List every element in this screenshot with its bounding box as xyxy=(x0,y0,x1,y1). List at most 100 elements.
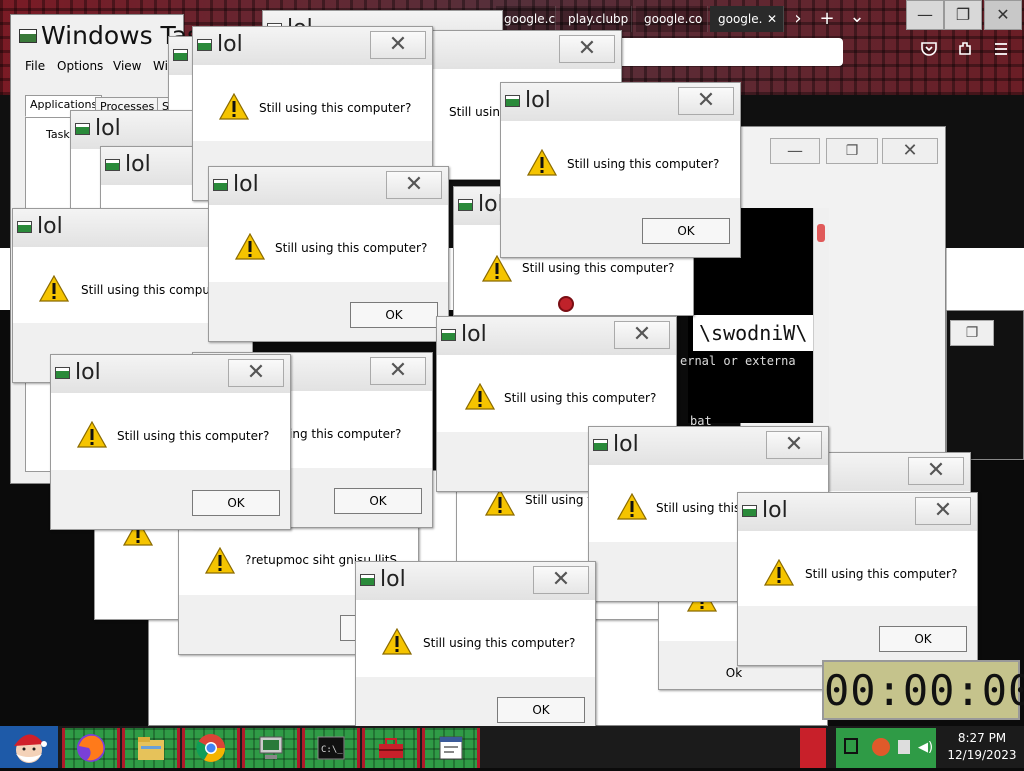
dialog-lol: lol ✕ Still using this computer? OK xyxy=(355,561,596,737)
tab-close-icon[interactable]: ✕ xyxy=(767,6,777,32)
close-button[interactable]: ✕ xyxy=(908,457,964,485)
warning-icon xyxy=(39,275,69,302)
dialog-title: lol xyxy=(95,116,121,141)
menu-view[interactable]: View xyxy=(113,59,141,73)
close-button[interactable]: ✕ xyxy=(370,357,426,385)
dialog-title: lol xyxy=(125,152,151,177)
file-explorer-icon xyxy=(138,737,164,760)
menu-file[interactable]: File xyxy=(25,59,45,73)
dialog-message: Still using this computer? xyxy=(522,261,675,275)
taskbar-computer[interactable] xyxy=(242,728,300,768)
close-button[interactable]: ✕ xyxy=(559,35,615,63)
ok-button[interactable]: OK xyxy=(192,490,280,516)
tab-label: google.co xyxy=(504,12,556,26)
dialog-title: lol xyxy=(762,498,788,523)
dialog-title: lol xyxy=(75,360,101,385)
app-icon xyxy=(173,49,188,61)
ok-button[interactable]: OK xyxy=(642,218,730,244)
warning-icon xyxy=(465,383,495,410)
ok-button[interactable]: OK xyxy=(497,697,585,723)
app-icon xyxy=(213,179,228,191)
svg-text:C:\_: C:\_ xyxy=(321,745,343,755)
taskbar-cmd[interactable]: C:\_ xyxy=(302,728,360,768)
santa-start-icon xyxy=(14,734,47,763)
system-tray: ◀) xyxy=(836,728,936,768)
toolbox-icon xyxy=(379,738,403,758)
warning-icon xyxy=(235,233,265,260)
tab-label: google.co xyxy=(644,12,703,26)
restore-button[interactable]: ❐ xyxy=(944,0,982,30)
taskbar-file-explorer[interactable] xyxy=(122,728,180,768)
dialog-title: lol xyxy=(233,172,259,197)
clock-time: 8:27 PM xyxy=(957,731,1007,745)
taskbar-chrome[interactable] xyxy=(182,728,240,768)
dialog-lol: lol ✕ Still using this computer? OK xyxy=(208,166,449,342)
dialog-lol: lol ✕ Still using this computer? OK xyxy=(500,82,741,258)
menu-icon[interactable] xyxy=(988,40,1014,66)
app-icon xyxy=(17,221,32,233)
tab-label: play.clubp xyxy=(568,12,629,26)
app-icon xyxy=(441,329,456,341)
column-header-task[interactable]: Task xyxy=(46,128,70,141)
extensions-icon[interactable] xyxy=(952,40,978,66)
restore-button[interactable]: ❐ xyxy=(950,320,994,346)
app-icon xyxy=(505,95,520,107)
warning-icon xyxy=(382,628,412,655)
new-tab-button[interactable]: + xyxy=(814,6,840,32)
restore-button[interactable]: ❐ xyxy=(826,138,878,164)
show-tray-button[interactable] xyxy=(800,728,826,768)
close-button[interactable]: ✕ xyxy=(614,321,670,349)
chrome-icon xyxy=(196,734,225,762)
minimize-button[interactable]: — xyxy=(906,0,944,30)
dialog-lol: lol ✕ Still using this computer? OK xyxy=(50,354,291,530)
dialog-lol: lol ✕ Still using this computer? OK xyxy=(737,492,978,666)
close-button[interactable]: ✕ xyxy=(882,138,938,164)
url-bar[interactable] xyxy=(618,38,843,66)
dialog-message: ing this computer? xyxy=(289,427,402,441)
timer-display: 00:00:00 xyxy=(822,660,1024,720)
taskbar-firefox[interactable] xyxy=(62,728,120,768)
dialog-message: Still using this computer? xyxy=(504,391,657,405)
console-output-line: ernal or externa xyxy=(680,354,796,368)
volume-icon[interactable]: ◀) xyxy=(918,740,933,755)
ok-button[interactable]: OK xyxy=(334,488,422,514)
system-clock[interactable]: 8:27 PM 12/19/2023 xyxy=(940,730,1024,764)
tray-app-icon[interactable] xyxy=(844,738,858,754)
browser-tab[interactable]: google.co xyxy=(496,6,556,32)
warning-icon xyxy=(527,149,557,176)
dialog-message: Still using this computer? xyxy=(275,241,428,255)
menu-window[interactable]: Wi xyxy=(153,59,168,73)
ok-button[interactable]: OK xyxy=(350,302,438,328)
taskbar-app-window[interactable] xyxy=(422,728,480,768)
close-button[interactable]: ✕ xyxy=(984,0,1022,30)
warning-icon xyxy=(205,547,235,574)
close-button[interactable]: ✕ xyxy=(915,497,971,525)
close-button[interactable]: ✕ xyxy=(228,359,284,387)
warning-icon xyxy=(77,421,107,448)
close-button[interactable]: ✕ xyxy=(678,87,734,115)
warning-icon xyxy=(485,489,515,516)
close-button[interactable]: ✕ xyxy=(533,566,589,594)
minimize-button[interactable]: — xyxy=(770,138,820,164)
browser-tab[interactable]: play.clubp xyxy=(560,6,632,32)
close-button[interactable]: ✕ xyxy=(766,431,822,459)
tab-list-icon[interactable]: ⌄ xyxy=(844,4,870,30)
app-icon xyxy=(360,574,375,586)
tab-scroll-icon[interactable]: › xyxy=(788,6,808,32)
tray-firefox-icon[interactable] xyxy=(872,738,890,756)
console-scrollbar[interactable] xyxy=(813,208,829,423)
app-window-icon xyxy=(439,736,463,760)
pocket-icon[interactable] xyxy=(916,40,942,66)
warning-icon xyxy=(482,255,512,282)
start-button[interactable] xyxy=(0,726,58,768)
dialog-message: Still using this computer? xyxy=(423,636,576,650)
close-button[interactable]: ✕ xyxy=(370,31,426,59)
browser-tab-active[interactable]: google. ✕ xyxy=(710,6,784,32)
menu-options[interactable]: Options xyxy=(57,59,103,73)
close-button[interactable]: ✕ xyxy=(386,171,442,199)
network-icon[interactable] xyxy=(898,740,910,754)
ok-button[interactable]: OK xyxy=(879,626,967,652)
browser-tab[interactable]: google.co xyxy=(636,6,708,32)
taskbar-toolbox[interactable] xyxy=(362,728,420,768)
app-icon xyxy=(75,123,90,135)
